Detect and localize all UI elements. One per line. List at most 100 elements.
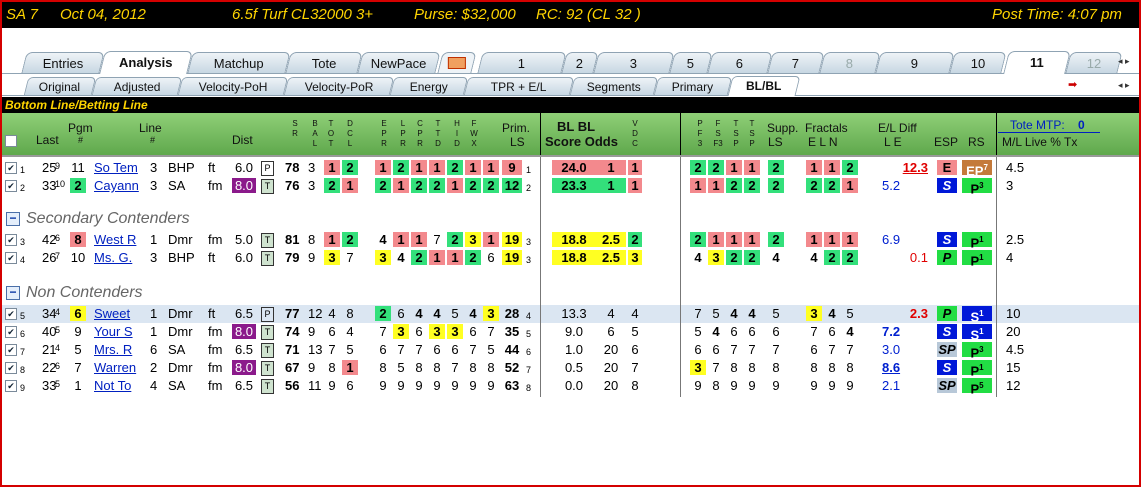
row-checkbox[interactable]: ✔ (5, 180, 17, 192)
subtab-original[interactable]: Original (23, 77, 97, 95)
subtab-bl-bl[interactable]: BL/BL (727, 76, 801, 96)
row-checkbox[interactable]: ✔ (5, 162, 17, 174)
tab-race-5[interactable]: 5 (669, 52, 713, 73)
row-checkbox[interactable]: ✔ (5, 234, 17, 246)
table-row[interactable]: ✔ 8 22 6 7 Warren 2 Dmr fm 8.0 T 67 9 8 1 8 5 8 8 7 8 8 52 7 0.5… (2, 359, 1139, 378)
bl-odds: 6 (607, 324, 615, 339)
tab-race-10[interactable]: 10 (949, 52, 1007, 73)
horse-name-link[interactable]: Mrs. R (94, 342, 132, 358)
hdr-fractals: Fractals (805, 121, 848, 135)
subtab-adjusted[interactable]: Adjusted (91, 77, 183, 95)
row-number: 3 (20, 237, 26, 247)
pace-cell: 9 (730, 378, 738, 393)
vertical-header-char: C (347, 129, 353, 138)
tab-race-6[interactable]: 6 (707, 52, 773, 73)
subtab-tpr-el[interactable]: TPR + E/L (463, 77, 575, 95)
tab-race-12[interactable]: 12 (1065, 52, 1123, 73)
pace-cell: 8 (748, 360, 756, 375)
factor-cell: 5 (487, 342, 495, 357)
table-row[interactable]: ✔ 2 33 10 2 Cayann 3 SA fm 8.0 T 76 3 2 1 2 1 2 2 1 2 2 12 2 23.… (2, 177, 1139, 196)
table-row[interactable]: ✔ 1 25 9 11 So Tem 3 BHP ft 6.0 P 78 3 1 2 1 2 1 1 2 1 1 9 1 24.… (2, 159, 1139, 178)
pace-cell: 4 (694, 250, 702, 265)
tab-race-9[interactable]: 9 (875, 52, 955, 73)
tab-tool[interactable] (437, 52, 477, 73)
tab-race-3[interactable]: 3 (593, 52, 675, 73)
horse-name-link[interactable]: Sweet (94, 306, 130, 322)
tab-scroll-arrows-icon[interactable]: ◂ ▸ (1118, 56, 1130, 67)
export-arrow-icon[interactable]: ➡ (1068, 80, 1080, 91)
select-all-checkbox[interactable] (5, 135, 17, 147)
rs-badge: EP7 (962, 160, 992, 178)
subtab-energy[interactable]: Energy (389, 77, 469, 95)
vertical-header-char: P (697, 119, 703, 128)
tab-race-1[interactable]: 1 (477, 52, 567, 73)
table-row[interactable]: ✔ 3 42 6 8 West R 1 Dmr fm 5.0 T 81 8 1 2 4 1 1 7 2 3 1 19 3 18.… (2, 231, 1139, 250)
bl-odds: 2.5 (596, 232, 626, 247)
dcl-cell: 6 (346, 378, 354, 393)
horse-name-link[interactable]: Warren (94, 360, 136, 376)
tab-matchup[interactable]: Matchup (187, 52, 291, 73)
row-checkbox[interactable]: ✔ (5, 344, 17, 356)
horse-name-link[interactable]: West R (94, 232, 136, 248)
horse-name-link[interactable]: Not To (94, 378, 131, 394)
horse-name-link[interactable]: Ms. G. (94, 250, 132, 266)
row-checkbox[interactable]: ✔ (5, 252, 17, 264)
factor-cell: 8 (433, 360, 441, 375)
program-number: 5 (74, 342, 82, 357)
pace-cell: 6 (748, 324, 756, 339)
collapse-icon[interactable]: − (6, 212, 20, 226)
tab-tote[interactable]: Tote (285, 52, 363, 73)
tab-analysis[interactable]: Analysis (99, 51, 193, 74)
tab-race-11[interactable]: 11 (1003, 51, 1071, 74)
vertical-header-char: P (733, 139, 739, 148)
race-conditions: 6.5f Turf CL32000 3+ (232, 6, 374, 23)
factor-cell: 7 (379, 324, 387, 339)
race-rating: RC: 92 (CL 32 ) (536, 6, 641, 23)
factor-cell: 1 (393, 232, 409, 247)
track: Dmr (168, 306, 193, 321)
primary-ls-rank: 6 (526, 347, 532, 357)
tot-cell: 6 (328, 324, 336, 339)
table-row[interactable]: ✔ 4 26 7 10 Ms. G. 3 BHP ft 6.0 T 79 9 3 7 3 4 2 1 1 2 6 19 3 18… (2, 249, 1139, 268)
row-checkbox[interactable]: ✔ (5, 308, 17, 320)
track: Dmr (168, 360, 193, 375)
subtab-scroll-arrows-icon[interactable]: ◂ ▸ (1118, 80, 1130, 91)
subtab-segments[interactable]: Segments (569, 77, 659, 95)
balance: 13 (308, 342, 323, 357)
row-checkbox[interactable]: ✔ (5, 362, 17, 374)
vertical-header-char: P (749, 139, 755, 148)
factor-cell: 6 (415, 324, 423, 339)
subtab-primary[interactable]: Primary (653, 77, 733, 95)
fractal-cell: 9 (828, 378, 836, 393)
table-row[interactable]: ✔ 9 33 5 1 Not To 4 SA fm 6.5 T 56 11 9 6 9 9 9 9 9 9 9 63 8 0.0… (2, 377, 1139, 396)
primary-ls: 19 (502, 232, 522, 247)
horse-name-link[interactable]: Cayann (94, 178, 139, 194)
vertical-header-char: T (435, 129, 441, 138)
pace-cell: 6 (712, 342, 720, 357)
surface: fm (208, 324, 223, 339)
row-checkbox[interactable]: ✔ (5, 326, 17, 338)
primary-ls: 35 (504, 324, 520, 339)
tab-newpace[interactable]: NewPace (357, 52, 441, 73)
table-row[interactable]: ✔ 5 34 4 6 Sweet 1 Dmr ft 6.5 P 77 12 4 8 2 6 4 4 5 4 3 28 4 13.… (2, 305, 1139, 324)
table-row[interactable]: ✔ 7 21 4 5 Mrs. R 6 SA fm 6.5 T 71 13 7 5 6 7 7 6 6 7 5 44 6 1.0… (2, 341, 1139, 360)
morning-line: 4.5 (1006, 342, 1025, 357)
factor-cell: 3 (465, 232, 481, 247)
collapse-icon[interactable]: − (6, 286, 20, 300)
distance: 6.5 (234, 306, 254, 321)
subtab-velocity-por[interactable]: Velocity-PoR (283, 77, 395, 95)
vertical-header-char: D (435, 139, 441, 148)
subtab-velocity-poh[interactable]: Velocity-PoH (177, 77, 289, 95)
horse-name-link[interactable]: Your S (94, 324, 133, 340)
tab-entries[interactable]: Entries (21, 52, 105, 73)
rs-badge: P3 (962, 342, 992, 360)
tab-race-8[interactable]: 8 (819, 52, 881, 73)
fractal-cell: 1 (842, 178, 858, 193)
vertical-header-char: V (632, 119, 638, 128)
race-number: SA 7 (6, 6, 38, 23)
factor-cell: 6 (451, 342, 459, 357)
row-checkbox[interactable]: ✔ (5, 380, 17, 392)
tab-race-7[interactable]: 7 (767, 52, 825, 73)
table-row[interactable]: ✔ 6 40 5 9 Your S 1 Dmr fm 8.0 T 74 9 6 4 7 3 6 3 3 6 7 35 5 9.0… (2, 323, 1139, 342)
horse-name-link[interactable]: So Tem (94, 160, 138, 176)
